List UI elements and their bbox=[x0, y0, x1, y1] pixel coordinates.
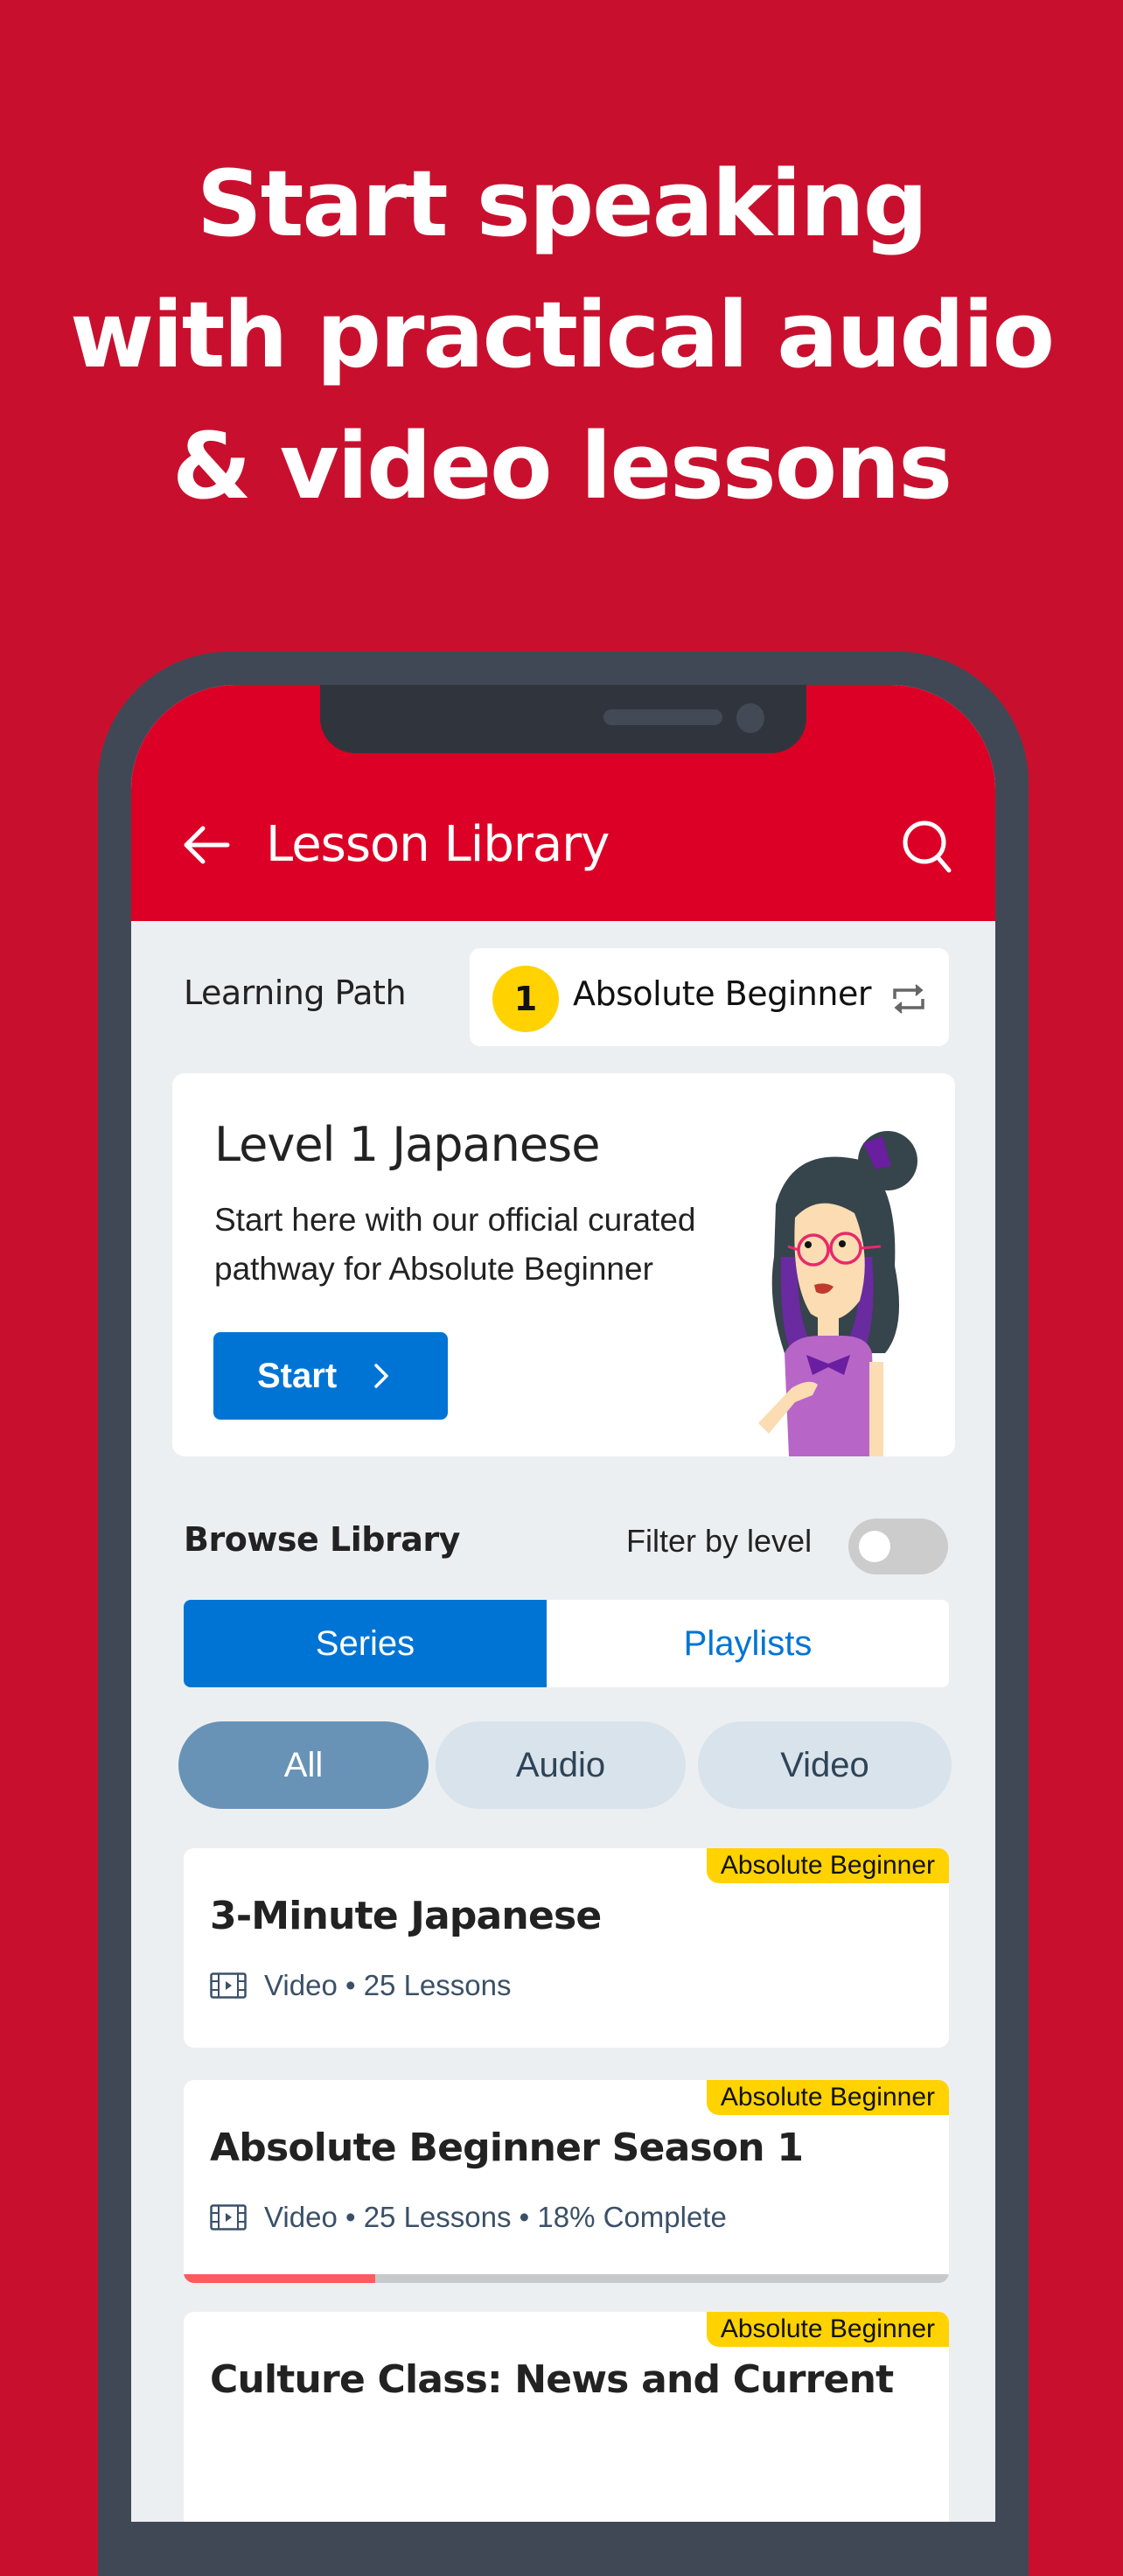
series-meta-text: Video • 25 Lessons bbox=[264, 1969, 512, 2001]
level-badge: 1 bbox=[492, 966, 559, 1032]
level-badge: Absolute Beginner bbox=[706, 1848, 949, 1883]
search-icon[interactable] bbox=[901, 818, 953, 876]
level-badge: Absolute Beginner bbox=[706, 2080, 949, 2115]
series-meta-text: Video • 25 Lessons • 18% Complete bbox=[264, 2201, 727, 2233]
level-hero-card: Level 1 Japanese Start here with our off… bbox=[172, 1073, 955, 1456]
start-button-label: Start bbox=[257, 1356, 338, 1395]
marketing-headline: Start speaking with practical audio & vi… bbox=[0, 138, 1123, 532]
film-icon bbox=[210, 1972, 247, 1999]
series-progress-fill bbox=[184, 2274, 375, 2283]
content-type-tabs: Series Playlists bbox=[184, 1600, 949, 1687]
chevron-right-icon bbox=[374, 1364, 388, 1388]
headline-line: Start speaking bbox=[196, 150, 928, 257]
series-meta: Video • 25 Lessons bbox=[210, 1969, 511, 2002]
page-title: Lesson Library bbox=[266, 816, 610, 873]
app-screen: Lesson Library Learning Path 1 Absolute … bbox=[131, 685, 995, 2522]
start-button[interactable]: Start bbox=[213, 1332, 448, 1420]
media-filter-chips: All Audio Video bbox=[178, 1721, 952, 1809]
swap-icon bbox=[893, 984, 924, 1014]
film-icon bbox=[210, 2204, 247, 2230]
level-name: Absolute Beginner bbox=[573, 974, 871, 1013]
chip-all[interactable]: All bbox=[178, 1721, 429, 1809]
series-title: Culture Class: News and Current bbox=[210, 2357, 894, 2402]
tab-series[interactable]: Series bbox=[184, 1600, 547, 1687]
hero-description: Start here with our official curated pat… bbox=[214, 1202, 696, 1287]
camera-icon bbox=[736, 703, 764, 733]
series-progress-bar bbox=[184, 2274, 949, 2283]
speaker-icon bbox=[603, 709, 722, 725]
chip-audio[interactable]: Audio bbox=[436, 1721, 686, 1809]
series-title: 3-Minute Japanese bbox=[210, 1894, 602, 1938]
headline-line: & video lessons bbox=[171, 413, 952, 520]
browse-library-label: Browse Library bbox=[184, 1520, 460, 1559]
headline-line: with practical audio bbox=[69, 282, 1055, 388]
learning-path-label: Learning Path bbox=[184, 974, 407, 1012]
tab-playlists[interactable]: Playlists bbox=[547, 1600, 949, 1687]
learning-path-selector[interactable]: 1 Absolute Beginner bbox=[470, 948, 949, 1046]
series-card[interactable]: Absolute Beginner Absolute Beginner Seas… bbox=[184, 2080, 949, 2283]
app-bar: Lesson Library bbox=[131, 685, 995, 921]
hero-title: Level 1 Japanese bbox=[214, 1117, 600, 1172]
series-meta: Video • 25 Lessons • 18% Complete bbox=[210, 2201, 727, 2234]
series-card[interactable]: Absolute Beginner Culture Class: News an… bbox=[184, 2312, 949, 2522]
series-title: Absolute Beginner Season 1 bbox=[210, 2126, 804, 2170]
teacher-illustration bbox=[758, 1131, 917, 1456]
toggle-knob bbox=[859, 1531, 890, 1562]
phone-notch bbox=[320, 685, 806, 753]
filter-by-level-toggle[interactable] bbox=[848, 1518, 948, 1574]
filter-by-level-label: Filter by level bbox=[626, 1523, 813, 1559]
chip-video[interactable]: Video bbox=[698, 1721, 952, 1809]
arrow-left-icon[interactable] bbox=[182, 823, 231, 867]
series-card[interactable]: Absolute Beginner 3-Minute Japanese Vide… bbox=[184, 1848, 949, 2048]
level-badge: Absolute Beginner bbox=[706, 2312, 949, 2347]
